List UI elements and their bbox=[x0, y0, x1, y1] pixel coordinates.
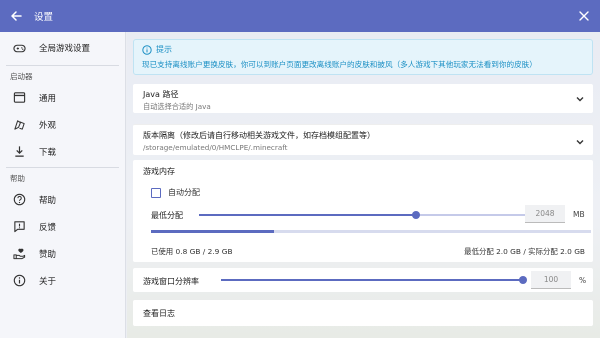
page-title: 设置 bbox=[34, 12, 54, 23]
view-logs-row[interactable]: 查看日志 bbox=[133, 300, 593, 326]
sidebar-item-label: 下载 bbox=[39, 147, 57, 158]
game-memory-card: 游戏内存 自动分配 最低分配 2048 MB 已使用 0.8 GB / 2.9 … bbox=[133, 160, 593, 262]
close-icon bbox=[579, 11, 589, 21]
chevron-down-icon[interactable] bbox=[575, 137, 585, 147]
sidebar-item-label: 外观 bbox=[39, 120, 57, 131]
memory-allocated-text: 最低分配 2.0 GB / 实际分配 2.0 GB bbox=[464, 247, 585, 256]
java-path-row[interactable]: Java 路径 自动选择合适的 Java bbox=[133, 84, 593, 113]
app-bar: 设置 bbox=[0, 0, 600, 32]
sidebar-item-sponsor[interactable]: 赞助 bbox=[0, 240, 125, 267]
slider-fill bbox=[221, 279, 523, 281]
memory-usage-fill bbox=[151, 230, 274, 233]
memory-used-text: 已使用 0.8 GB / 2.9 GB bbox=[151, 247, 233, 256]
back-button[interactable] bbox=[0, 0, 32, 32]
sidebar-item-feedback[interactable]: 反馈 bbox=[0, 213, 125, 240]
settings-panel: 提示 现已支持离线账户更换皮肤，你可以到账户页面更改离线账户的皮肤和披风（多人游… bbox=[127, 32, 600, 338]
view-logs-label: 查看日志 bbox=[143, 309, 175, 318]
sidebar-item-global-settings[interactable]: 全局游戏设置 bbox=[0, 33, 125, 63]
info-icon bbox=[12, 274, 26, 288]
close-button[interactable] bbox=[574, 6, 594, 26]
min-memory-input[interactable]: 2048 bbox=[525, 205, 565, 223]
checkbox-box[interactable] bbox=[151, 187, 161, 198]
arrow-left-icon bbox=[11, 11, 22, 21]
download-icon bbox=[12, 145, 26, 159]
gamepad-icon bbox=[12, 41, 26, 55]
auto-allocate-checkbox[interactable]: 自动分配 bbox=[151, 187, 200, 198]
section-header-launcher: 启动器 bbox=[10, 72, 33, 81]
java-path-subtitle: 自动选择合适的 Java bbox=[143, 102, 211, 111]
game-directory-path: /storage/emulated/0/HMCLPE/.minecraft bbox=[143, 143, 288, 152]
chevron-down-icon[interactable] bbox=[575, 94, 585, 104]
memory-unit: MB bbox=[573, 210, 585, 219]
info-icon bbox=[142, 44, 152, 55]
sidebar-item-label: 反馈 bbox=[39, 222, 57, 233]
sidebar-item-label: 帮助 bbox=[39, 195, 57, 206]
slider-thumb[interactable] bbox=[519, 276, 527, 284]
sidebar: 全局游戏设置 启动器 通用 外观 下载 帮助 帮助 反馈 赞助 关于 bbox=[0, 32, 126, 338]
hint-title: 提示 bbox=[156, 45, 172, 54]
window-resolution-row: 游戏窗口分辨率 100 % bbox=[133, 268, 593, 292]
slider-fill bbox=[199, 214, 416, 216]
divider bbox=[6, 65, 119, 66]
version-isolation-title: 版本隔离（修改后请自行移动相关游戏文件，如存档模组配置等） bbox=[143, 131, 375, 140]
memory-usage-bar bbox=[151, 230, 591, 233]
min-memory-label: 最低分配 bbox=[151, 211, 183, 220]
auto-allocate-label: 自动分配 bbox=[168, 188, 200, 197]
divider bbox=[6, 167, 119, 168]
sidebar-item-label: 赞助 bbox=[39, 249, 57, 260]
game-memory-title: 游戏内存 bbox=[143, 167, 175, 176]
sidebar-item-help[interactable]: 帮助 bbox=[0, 186, 125, 213]
palette-icon bbox=[12, 118, 26, 132]
feedback-icon bbox=[12, 220, 26, 234]
resolution-unit: % bbox=[579, 276, 587, 285]
version-isolation-row[interactable]: 版本隔离（修改后请自行移动相关游戏文件，如存档模组配置等） /storage/e… bbox=[133, 124, 593, 155]
sidebar-item-label: 关于 bbox=[39, 276, 57, 287]
sidebar-item-label: 通用 bbox=[39, 93, 57, 104]
help-circle-icon bbox=[12, 193, 26, 207]
sidebar-item-label: 全局游戏设置 bbox=[39, 44, 91, 54]
resolution-input[interactable]: 100 bbox=[531, 271, 571, 289]
min-memory-slider[interactable] bbox=[199, 211, 563, 219]
section-header-help: 帮助 bbox=[10, 174, 25, 183]
java-path-title: Java 路径 bbox=[143, 90, 179, 99]
sidebar-item-general[interactable]: 通用 bbox=[0, 84, 125, 111]
window-resolution-label: 游戏窗口分辨率 bbox=[143, 277, 199, 286]
slider-thumb[interactable] bbox=[412, 211, 420, 219]
sidebar-item-download[interactable]: 下载 bbox=[0, 138, 125, 165]
hint-header: 提示 bbox=[142, 44, 584, 55]
hint-text: 现已支持离线账户更换皮肤，你可以到账户页面更改离线账户的皮肤和披风（多人游戏下其… bbox=[142, 60, 537, 69]
resolution-slider[interactable] bbox=[221, 276, 527, 284]
sponsor-icon bbox=[12, 247, 26, 261]
window-icon bbox=[12, 91, 26, 105]
sidebar-item-appearance[interactable]: 外观 bbox=[0, 111, 125, 138]
hint-card: 提示 现已支持离线账户更换皮肤，你可以到账户页面更改离线账户的皮肤和披风（多人游… bbox=[133, 39, 593, 75]
sidebar-item-about[interactable]: 关于 bbox=[0, 267, 125, 294]
